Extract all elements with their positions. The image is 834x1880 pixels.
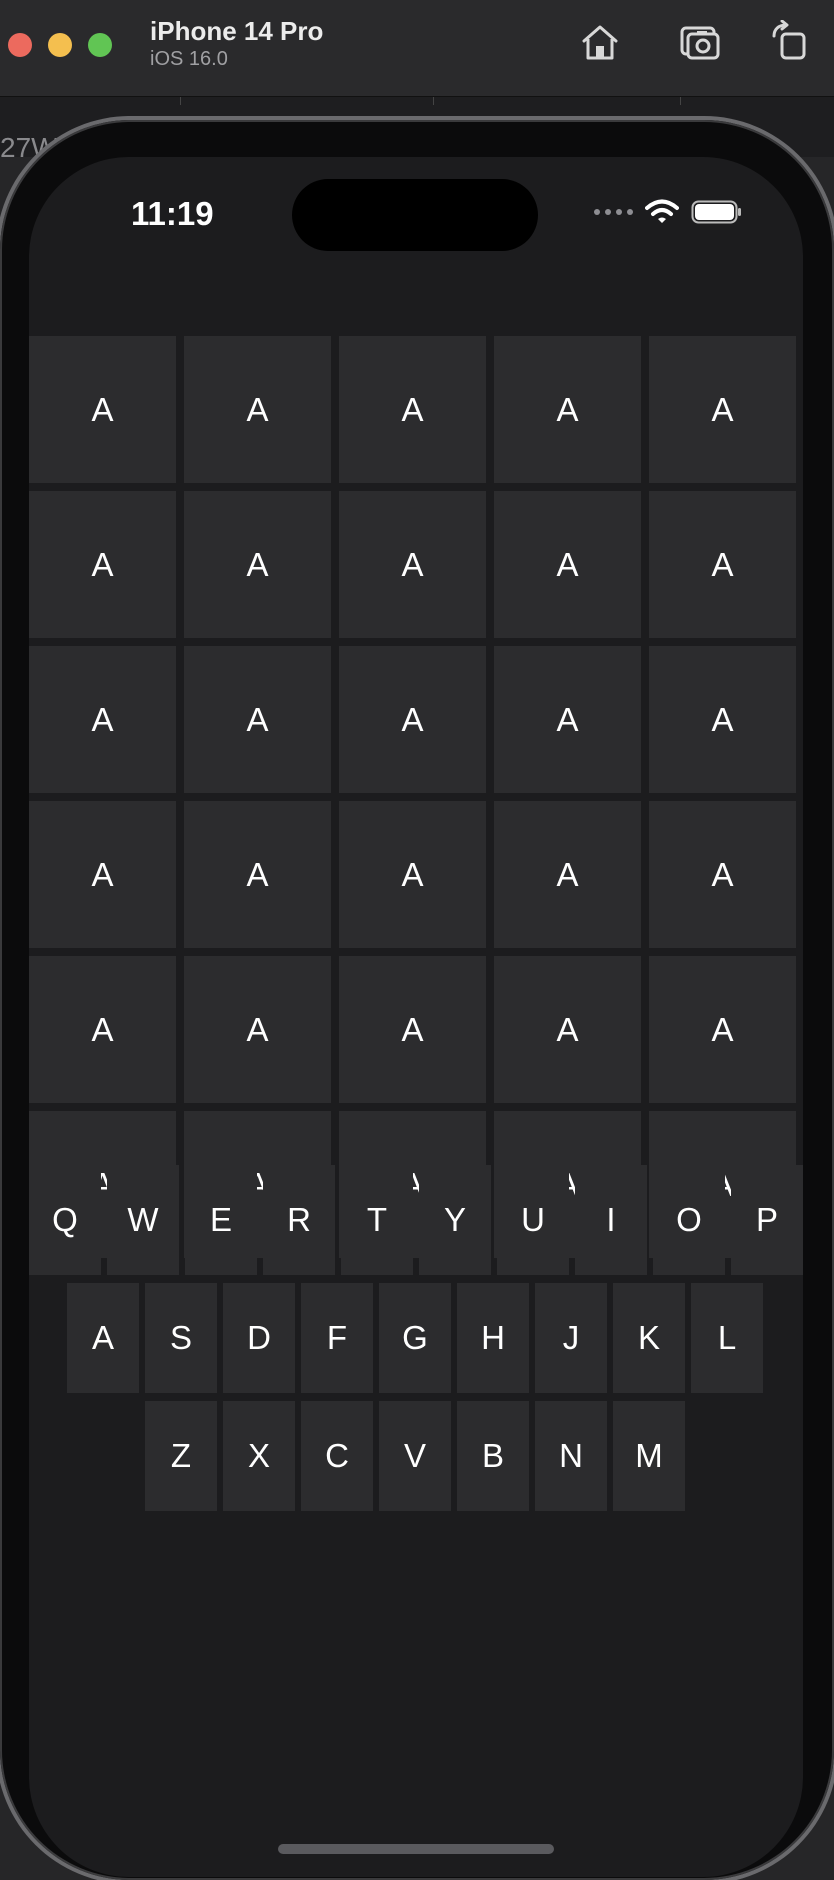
minimize-window-button[interactable]	[48, 33, 72, 57]
key-e[interactable]: E	[185, 1165, 257, 1275]
close-window-button[interactable]	[8, 33, 32, 57]
key-o[interactable]: O	[653, 1165, 725, 1275]
keyboard-row: QWERTYUIOP	[29, 1165, 803, 1275]
key-x[interactable]: X	[223, 1401, 295, 1511]
status-time: 11:19	[131, 195, 214, 232]
key-p[interactable]: P	[731, 1165, 803, 1275]
cellular-dots-icon	[594, 209, 633, 215]
grid-cell: A	[494, 336, 641, 483]
screenshot-icon[interactable]	[678, 20, 722, 64]
key-s[interactable]: S	[145, 1283, 217, 1393]
ruler-tick	[433, 97, 434, 105]
grid-cell: A	[29, 491, 176, 638]
key-a[interactable]: A	[67, 1283, 139, 1393]
key-n[interactable]: N	[535, 1401, 607, 1511]
key-i[interactable]: I	[575, 1165, 647, 1275]
grid-cell: A	[184, 646, 331, 793]
key-q[interactable]: Q	[29, 1165, 101, 1275]
grid-cell: A	[184, 336, 331, 483]
key-z[interactable]: Z	[145, 1401, 217, 1511]
ruler-tick	[680, 97, 681, 105]
key-b[interactable]: B	[457, 1401, 529, 1511]
grid-cell: A	[339, 336, 486, 483]
grid-cell: A	[184, 956, 331, 1103]
key-r[interactable]: R	[263, 1165, 335, 1275]
rotate-icon[interactable]	[768, 19, 812, 64]
letter-grid: AAAAAAAAAAAAAAAAAAAAAAAAAAAAAA	[29, 336, 803, 1258]
key-l[interactable]: L	[691, 1283, 763, 1393]
os-version: iOS 16.0	[150, 48, 228, 70]
key-h[interactable]: H	[457, 1283, 529, 1393]
wifi-icon	[645, 199, 679, 223]
status-icons	[594, 197, 743, 227]
grid-cell: A	[339, 801, 486, 948]
home-icon[interactable]	[578, 20, 622, 64]
grid-cell: A	[494, 801, 641, 948]
grid-cell: A	[649, 801, 796, 948]
grid-cell: A	[29, 956, 176, 1103]
key-u[interactable]: U	[497, 1165, 569, 1275]
grid-cell: A	[184, 491, 331, 638]
device-name: iPhone 14 Pro	[150, 16, 324, 46]
keyboard-row: ZXCVBNM	[145, 1401, 685, 1511]
grid-cell: A	[29, 646, 176, 793]
key-m[interactable]: M	[613, 1401, 685, 1511]
keyboard-row: ASDFGHJKL	[67, 1283, 763, 1393]
grid-cell: A	[29, 801, 176, 948]
key-g[interactable]: G	[379, 1283, 451, 1393]
key-k[interactable]: K	[613, 1283, 685, 1393]
grid-cell: A	[649, 956, 796, 1103]
grid-cell: A	[339, 646, 486, 793]
key-f[interactable]: F	[301, 1283, 373, 1393]
grid-cell: A	[494, 956, 641, 1103]
grid-cell: A	[649, 336, 796, 483]
grid-cell: A	[29, 336, 176, 483]
ruler-tick	[180, 97, 181, 105]
key-v[interactable]: V	[379, 1401, 451, 1511]
home-indicator[interactable]	[278, 1844, 554, 1854]
key-y[interactable]: Y	[419, 1165, 491, 1275]
key-d[interactable]: D	[223, 1283, 295, 1393]
grid-cell: A	[649, 646, 796, 793]
grid-cell: A	[494, 491, 641, 638]
key-t[interactable]: T	[341, 1165, 413, 1275]
grid-cell: A	[649, 491, 796, 638]
grid-cell: A	[339, 956, 486, 1103]
grid-cell: A	[339, 491, 486, 638]
simulator-title-bar: iPhone 14 Pro iOS 16.0	[0, 0, 834, 97]
device-screen[interactable]: 11:19 AAAAAAAAAAAAAAAAAAAAAAAAAAAAAA QWE…	[29, 157, 803, 1877]
dynamic-island	[292, 179, 538, 251]
key-w[interactable]: W	[107, 1165, 179, 1275]
key-j[interactable]: J	[535, 1283, 607, 1393]
battery-icon	[691, 200, 741, 224]
grid-cell: A	[494, 646, 641, 793]
key-c[interactable]: C	[301, 1401, 373, 1511]
zoom-window-button[interactable]	[88, 33, 112, 57]
grid-cell: A	[184, 801, 331, 948]
